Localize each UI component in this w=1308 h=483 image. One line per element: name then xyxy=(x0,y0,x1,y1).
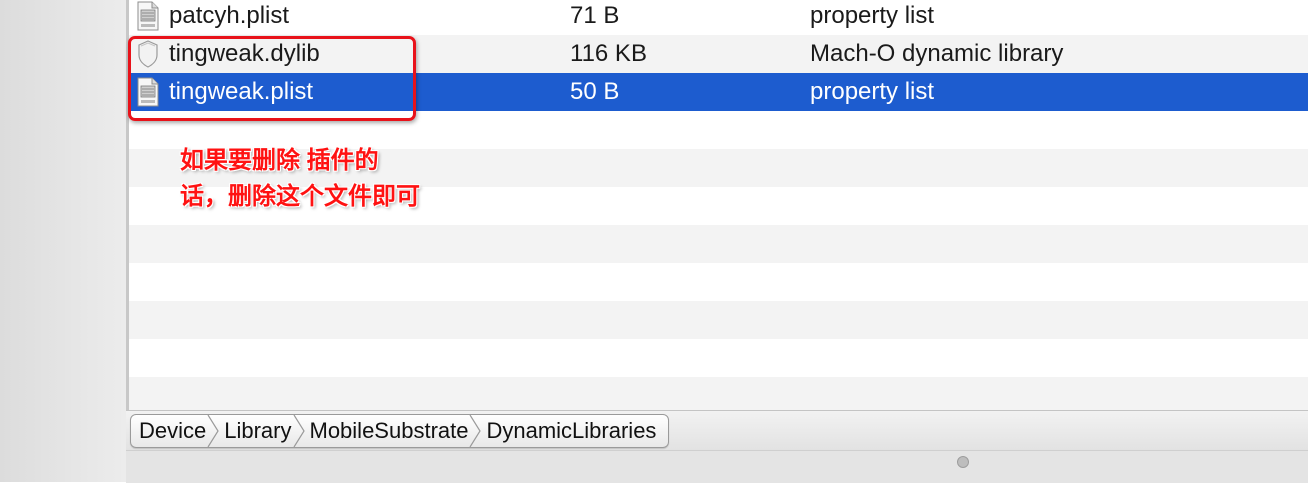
path-bar: Device Library MobileSubstrate DynamicLi… xyxy=(126,410,1308,451)
sidebar-pane xyxy=(0,0,126,482)
breadcrumb: Device Library MobileSubstrate DynamicLi… xyxy=(130,414,670,448)
empty-row xyxy=(129,225,1308,263)
resize-handle[interactable] xyxy=(957,456,969,468)
annotation-line-2: 话，删除这个文件即可 xyxy=(180,183,420,210)
annotation-note: 如果要删除 插件的 话，删除这个文件即可 xyxy=(180,143,500,215)
file-name: patcyh.plist xyxy=(169,2,290,29)
file-kind: property list xyxy=(810,78,935,105)
empty-row xyxy=(129,263,1308,301)
breadcrumb-mobilesubstrate[interactable]: MobileSubstrate xyxy=(304,415,482,447)
breadcrumb-label: Library xyxy=(224,418,292,443)
empty-row xyxy=(129,339,1308,377)
annotation-highlight-box xyxy=(128,36,416,121)
file-size: 71 B xyxy=(570,2,620,29)
empty-row xyxy=(129,377,1308,410)
annotation-line-1: 如果要删除 插件的 xyxy=(180,147,379,174)
breadcrumb-library[interactable]: Library xyxy=(218,415,305,447)
breadcrumb-label: MobileSubstrate xyxy=(309,418,469,443)
breadcrumb-label: Device xyxy=(139,418,207,443)
file-kind: property list xyxy=(810,2,935,29)
plist-file-icon xyxy=(137,1,159,31)
file-size: 50 B xyxy=(570,78,620,105)
status-bar xyxy=(126,450,1308,483)
file-size: 116 KB xyxy=(570,40,647,67)
breadcrumb-label: DynamicLibraries xyxy=(486,418,657,443)
breadcrumb-dynamiclibraries[interactable]: DynamicLibraries xyxy=(480,415,668,447)
file-row-patcyh-plist[interactable]: patcyh.plist 71 B property list xyxy=(129,0,1308,35)
file-kind: Mach-O dynamic library xyxy=(810,40,1064,67)
breadcrumb-device[interactable]: Device xyxy=(131,415,219,447)
empty-row xyxy=(129,301,1308,339)
